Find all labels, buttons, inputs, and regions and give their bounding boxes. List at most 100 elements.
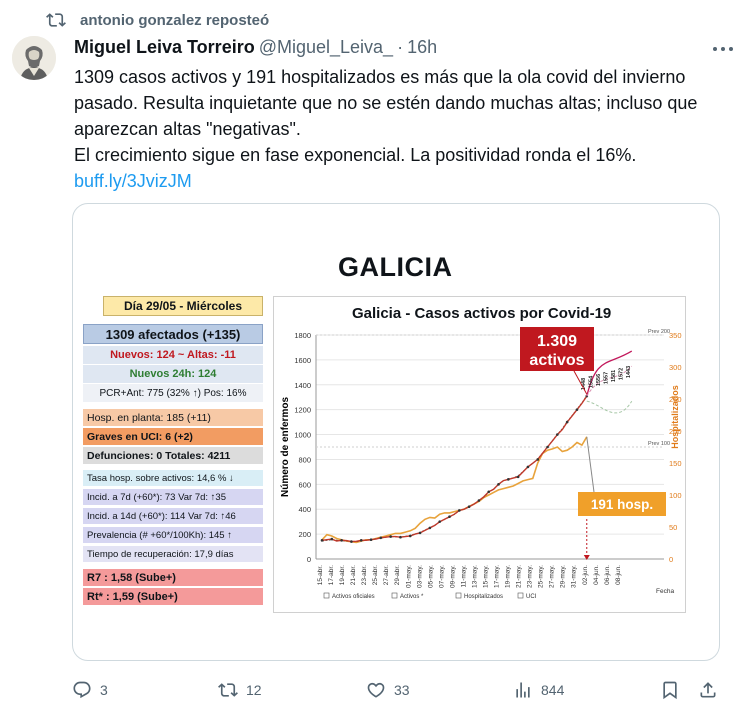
- y-tick-label: 1400: [294, 381, 311, 390]
- x-tick-label: 21-abr.: [350, 565, 357, 585]
- hosp-planta-label: Hosp. en planta: 185 (+11): [83, 409, 263, 426]
- tweet-link[interactable]: buff.ly/3JvizJM: [74, 168, 734, 194]
- y2-axis-title: Hospitalizados: [670, 385, 680, 449]
- data-point: [526, 465, 530, 469]
- x-tick-label: 15-may.: [482, 565, 489, 588]
- y-tick-label: 1600: [294, 356, 311, 365]
- nuevos-24h-label: Nuevos 24h: 124: [83, 365, 263, 383]
- data-point: [536, 458, 540, 461]
- data-point: [428, 526, 432, 530]
- y-tick-label: 1800: [294, 331, 311, 340]
- x-tick-label: 11-may.: [460, 565, 467, 588]
- bookmark-icon: [663, 681, 677, 700]
- legend-label: Hospitalizados: [464, 594, 503, 600]
- data-point: [389, 535, 392, 538]
- data-point: [575, 408, 579, 411]
- tweet-line: aparezcan altas "negativas".: [74, 119, 301, 139]
- y-tick-label: 600: [298, 480, 311, 489]
- repost-text: antonio gonzalez reposteó: [80, 11, 270, 29]
- x-tick-label: 21-may.: [516, 565, 523, 588]
- media-image[interactable]: GALICIA Día 29/05 - Miércoles 1309 afect…: [72, 203, 720, 661]
- callout-activos-label: activos: [529, 352, 584, 369]
- data-point: [457, 509, 461, 512]
- share-button[interactable]: [698, 676, 726, 704]
- tweet-time[interactable]: 16h: [407, 37, 437, 58]
- x-tick-label: 06-jun.: [604, 565, 611, 585]
- x-tick-label: 23-may.: [527, 565, 534, 588]
- legend-label: Activos *: [400, 594, 424, 600]
- data-point: [556, 433, 559, 436]
- point-label: 1557: [603, 372, 609, 384]
- tweet-line: 1309 casos activos y 191 hospitalizados …: [74, 67, 686, 87]
- repost-icon: [46, 10, 66, 30]
- x-tick-label: 13-may.: [471, 565, 478, 588]
- bookmark-button[interactable]: [660, 676, 688, 704]
- author-handle[interactable]: @Miguel_Leiva_: [259, 37, 393, 58]
- data-point: [399, 535, 402, 539]
- y2-tick-label: 0: [669, 555, 673, 564]
- y-tick-label: 0: [307, 555, 311, 564]
- tweet-text: 1309 casos activos y 191 hospitalizados …: [74, 64, 734, 194]
- like-button[interactable]: 33: [366, 676, 410, 704]
- tweet-header: Miguel Leiva Torreiro @Miguel_Leiva_ · 1…: [74, 37, 730, 58]
- data-point: [507, 478, 510, 481]
- data-point: [497, 483, 500, 486]
- x-tick-label: 17-may.: [494, 565, 501, 588]
- x-tick-label: 29-may.: [560, 565, 567, 588]
- data-point: [516, 475, 520, 479]
- y2-tick-label: 50: [669, 523, 677, 532]
- x-axis-title: Fecha: [656, 588, 674, 595]
- y2-tick-label: 300: [669, 363, 682, 372]
- x-tick-label: 23-abr.: [361, 565, 368, 585]
- x-tick-label: 31-may.: [571, 565, 578, 588]
- callout-hosp-label: 191 hosp.: [591, 497, 653, 512]
- series-line-activos-estrella: [321, 395, 588, 543]
- avatar[interactable]: [12, 36, 56, 80]
- legend-swatch: [391, 592, 398, 599]
- repost-header[interactable]: antonio gonzalez reposteó: [46, 9, 269, 31]
- data-point: [350, 540, 353, 543]
- reference-label: Prev 100: [648, 441, 670, 447]
- y-tick-label: 800: [298, 455, 311, 464]
- author-name[interactable]: Miguel Leiva Torreiro: [74, 37, 255, 58]
- y2-tick-label: 100: [669, 491, 682, 500]
- x-tick-label: 27-abr.: [383, 565, 390, 585]
- x-tick-label: 09-may.: [449, 565, 456, 588]
- incid-7d-label: Incid. a 7d (+60*): 73 Var 7d: ↑35: [83, 489, 263, 505]
- legend-label: UCI: [526, 594, 537, 600]
- tweet-line: pasado. Resulta inquietante que no se es…: [74, 93, 698, 113]
- y-tick-label: 400: [298, 505, 311, 514]
- reply-button[interactable]: 3: [72, 676, 108, 704]
- point-label: 1554: [588, 375, 594, 388]
- more-options-icon[interactable]: [708, 36, 738, 62]
- repost-button[interactable]: 12: [218, 676, 262, 704]
- views-button[interactable]: 844: [513, 676, 564, 704]
- data-point: [448, 515, 451, 518]
- x-tick-label: 29-abr.: [394, 565, 401, 585]
- reply-count: 3: [100, 682, 108, 698]
- x-tick-label: 08-jun.: [615, 565, 622, 585]
- callout-hosp-pointer: [586, 436, 595, 493]
- series-line-activos-oficiales: [321, 395, 588, 543]
- legend-swatch: [323, 592, 330, 599]
- data-point: [477, 499, 481, 502]
- repost-icon: [218, 683, 238, 697]
- x-tick-label: 05-may.: [427, 565, 434, 588]
- projection-line: [586, 400, 633, 414]
- data-point: [418, 531, 422, 535]
- callout-activos-value: 1.309: [537, 333, 577, 350]
- data-point: [379, 536, 383, 540]
- y2-tick-label: 150: [669, 459, 682, 468]
- point-label: 1581: [611, 370, 617, 382]
- data-point: [487, 490, 491, 494]
- y-axis-title: Número de enfermos: [280, 397, 291, 497]
- media-title: GALICIA: [338, 252, 453, 282]
- legend-swatch: [455, 592, 462, 599]
- x-tick-label: 07-may.: [438, 565, 445, 588]
- legend-swatch: [517, 592, 524, 599]
- x-tick-label: 25-abr.: [372, 565, 379, 585]
- data-point: [546, 445, 549, 449]
- prevalencia-label: Prevalencia (# +60*/100Kh): 145 ↑: [83, 527, 263, 543]
- data-point: [320, 539, 324, 542]
- x-tick-label: 19-may.: [505, 565, 512, 588]
